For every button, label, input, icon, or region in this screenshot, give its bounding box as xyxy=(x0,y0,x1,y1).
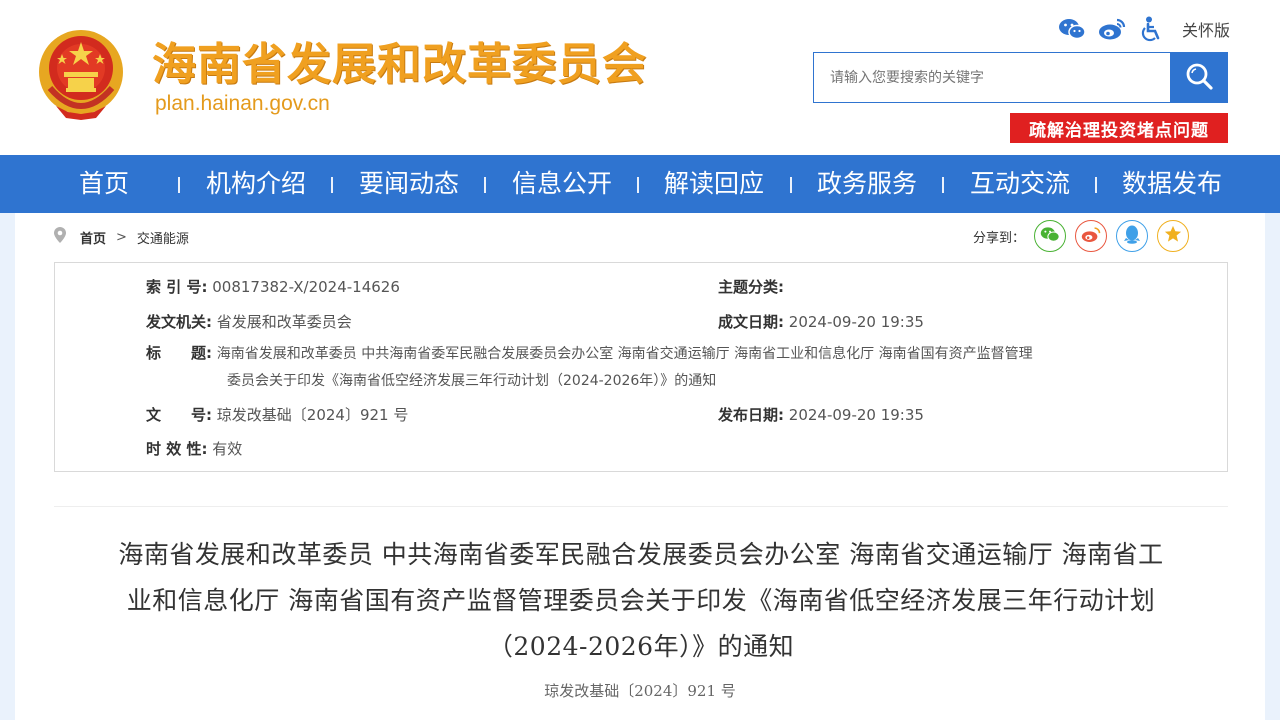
location-pin-icon xyxy=(54,227,66,247)
site-header: 海南省发展和改革委员会 plan.hainan.gov.cn 关怀版 请输入您要… xyxy=(0,0,1280,155)
investment-issue-banner[interactable]: 疏解治理投资堵点问题 xyxy=(1010,113,1228,143)
share-bar: 分享到： xyxy=(973,220,1190,252)
metadata-title-continued: 委员会关于印发《海南省低空经济发展三年行动计划（2024-2026年）》的通知 xyxy=(227,373,717,389)
weibo-icon xyxy=(1081,226,1101,247)
main-nav: 首页 机构介绍 要闻动态 信息公开 解读回应 政务服务 互动交流 数据发布 xyxy=(0,155,1280,213)
weibo-icon[interactable] xyxy=(1098,15,1126,43)
right-background-strip xyxy=(1265,213,1280,720)
metadata-published-date: 发布日期: 2024-09-20 19:35 xyxy=(718,406,924,424)
article-title-line: （2024-2026年）》的通知 xyxy=(487,632,795,661)
nav-separator xyxy=(484,177,486,193)
section-divider xyxy=(54,506,1228,507)
wechat-icon xyxy=(1040,226,1060,247)
nav-separator xyxy=(790,177,792,193)
article-title-line: 海南省发展和改革委员 中共海南省委军民融合发展委员会办公室 海南省交通运输厅 海… xyxy=(118,540,1164,569)
nav-item-disclosure[interactable]: 信息公开 xyxy=(512,155,612,213)
metadata-title: 标 题: 海南省发展和改革委员 中共海南省委军民融合发展委员会办公室 海南省交通… xyxy=(146,344,1033,362)
article-title: 海南省发展和改革委员 中共海南省委军民融合发展委员会办公室 海南省交通运输厅 海… xyxy=(54,532,1228,670)
metadata-topic: 主题分类: xyxy=(718,278,784,296)
nav-item-news[interactable]: 要闻动态 xyxy=(359,155,459,213)
metadata-issuer: 发文机关: 省发展和改革委员会 xyxy=(146,313,352,331)
breadcrumb: 首页 > 交通能源 xyxy=(54,227,189,247)
site-title[interactable]: 海南省发展和改革委员会 xyxy=(152,28,647,92)
accessibility-icon[interactable] xyxy=(1138,15,1166,43)
share-qq-button[interactable] xyxy=(1116,220,1149,252)
metadata-index: 索 引 号: 00817382-X/2024-14626 xyxy=(146,278,400,296)
breadcrumb-home[interactable]: 首页 xyxy=(80,228,106,247)
article-doc-number: 琼发改基础〔2024〕921 号 xyxy=(544,682,736,700)
site-domain: plan.hainan.gov.cn xyxy=(155,92,330,115)
care-mode-link[interactable]: 关怀版 xyxy=(1182,17,1230,41)
nav-item-services[interactable]: 政务服务 xyxy=(817,155,917,213)
nav-item-interpretation[interactable]: 解读回应 xyxy=(664,155,764,213)
nav-separator xyxy=(637,177,639,193)
nav-separator xyxy=(942,177,944,193)
top-toolbar: 关怀版 xyxy=(1058,15,1230,43)
qq-icon xyxy=(1124,225,1141,248)
breadcrumb-current[interactable]: 交通能源 xyxy=(137,228,189,247)
share-favorite-button[interactable] xyxy=(1157,220,1190,252)
star-icon xyxy=(1164,225,1182,247)
article-title-line: 业和信息化厅 海南省国有资产监督管理委员会关于印发《海南省低空经济发展三年行动计… xyxy=(126,586,1156,615)
nav-item-about[interactable]: 机构介绍 xyxy=(206,155,306,213)
search-icon xyxy=(1184,61,1214,95)
breadcrumb-separator: > xyxy=(116,229,127,245)
metadata-created-date: 成文日期: 2024-09-20 19:35 xyxy=(718,313,924,331)
search-button[interactable] xyxy=(1170,53,1227,102)
nav-item-interaction[interactable]: 互动交流 xyxy=(970,155,1070,213)
nav-separator xyxy=(1095,177,1097,193)
wechat-icon[interactable] xyxy=(1058,15,1086,43)
search-input[interactable] xyxy=(814,53,1170,102)
share-weibo-button[interactable] xyxy=(1075,220,1108,252)
left-background-strip xyxy=(0,213,15,720)
metadata-validity: 时 效 性: 有效 xyxy=(146,440,243,458)
national-emblem-logo[interactable] xyxy=(36,28,126,120)
search-bar xyxy=(813,52,1228,103)
nav-separator xyxy=(178,177,180,193)
metadata-doc-number: 文 号: 琼发改基础〔2024〕921 号 xyxy=(146,406,409,424)
nav-separator xyxy=(331,177,333,193)
share-label: 分享到： xyxy=(973,230,1026,246)
nav-item-data[interactable]: 数据发布 xyxy=(1122,155,1222,213)
nav-item-home[interactable]: 首页 xyxy=(79,155,129,213)
share-wechat-button[interactable] xyxy=(1034,220,1067,252)
